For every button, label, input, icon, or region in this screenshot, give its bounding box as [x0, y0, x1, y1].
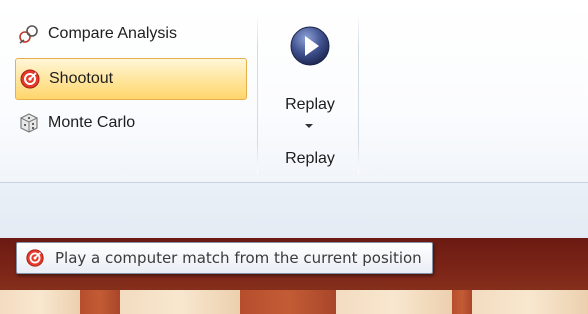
board-square	[120, 290, 240, 314]
board-square	[336, 290, 452, 314]
shootout-button[interactable]: Shootout	[15, 58, 247, 100]
board-square	[452, 290, 472, 314]
board-square	[240, 290, 336, 314]
tooltip-text: Play a computer match from the current p…	[55, 249, 422, 267]
tooltip: Play a computer match from the current p…	[16, 242, 433, 274]
toolbar-strip	[0, 183, 588, 238]
board-square	[80, 290, 120, 314]
compare-analysis-button[interactable]: Compare Analysis	[18, 21, 248, 47]
board-square	[472, 290, 588, 314]
play-icon	[288, 24, 332, 73]
shootout-icon	[25, 248, 45, 268]
monte-carlo-button[interactable]: Monte Carlo	[18, 110, 248, 136]
ribbon: Compare Analysis Shootout Monte Carlo Re…	[0, 0, 588, 183]
shootout-icon	[19, 68, 41, 90]
replay-button[interactable]: Replay	[270, 24, 350, 139]
monte-carlo-label: Monte Carlo	[48, 114, 136, 131]
replay-button-label: Replay	[285, 96, 335, 113]
compare-analysis-label: Compare Analysis	[48, 25, 177, 42]
group-separator	[257, 14, 258, 174]
group-separator	[358, 14, 359, 174]
dice-icon	[18, 112, 40, 134]
replay-group-label: Replay	[285, 150, 335, 167]
board-square	[0, 290, 80, 314]
chevron-down-icon	[305, 124, 313, 128]
shootout-label: Shootout	[49, 70, 114, 87]
compare-icon	[18, 23, 40, 45]
